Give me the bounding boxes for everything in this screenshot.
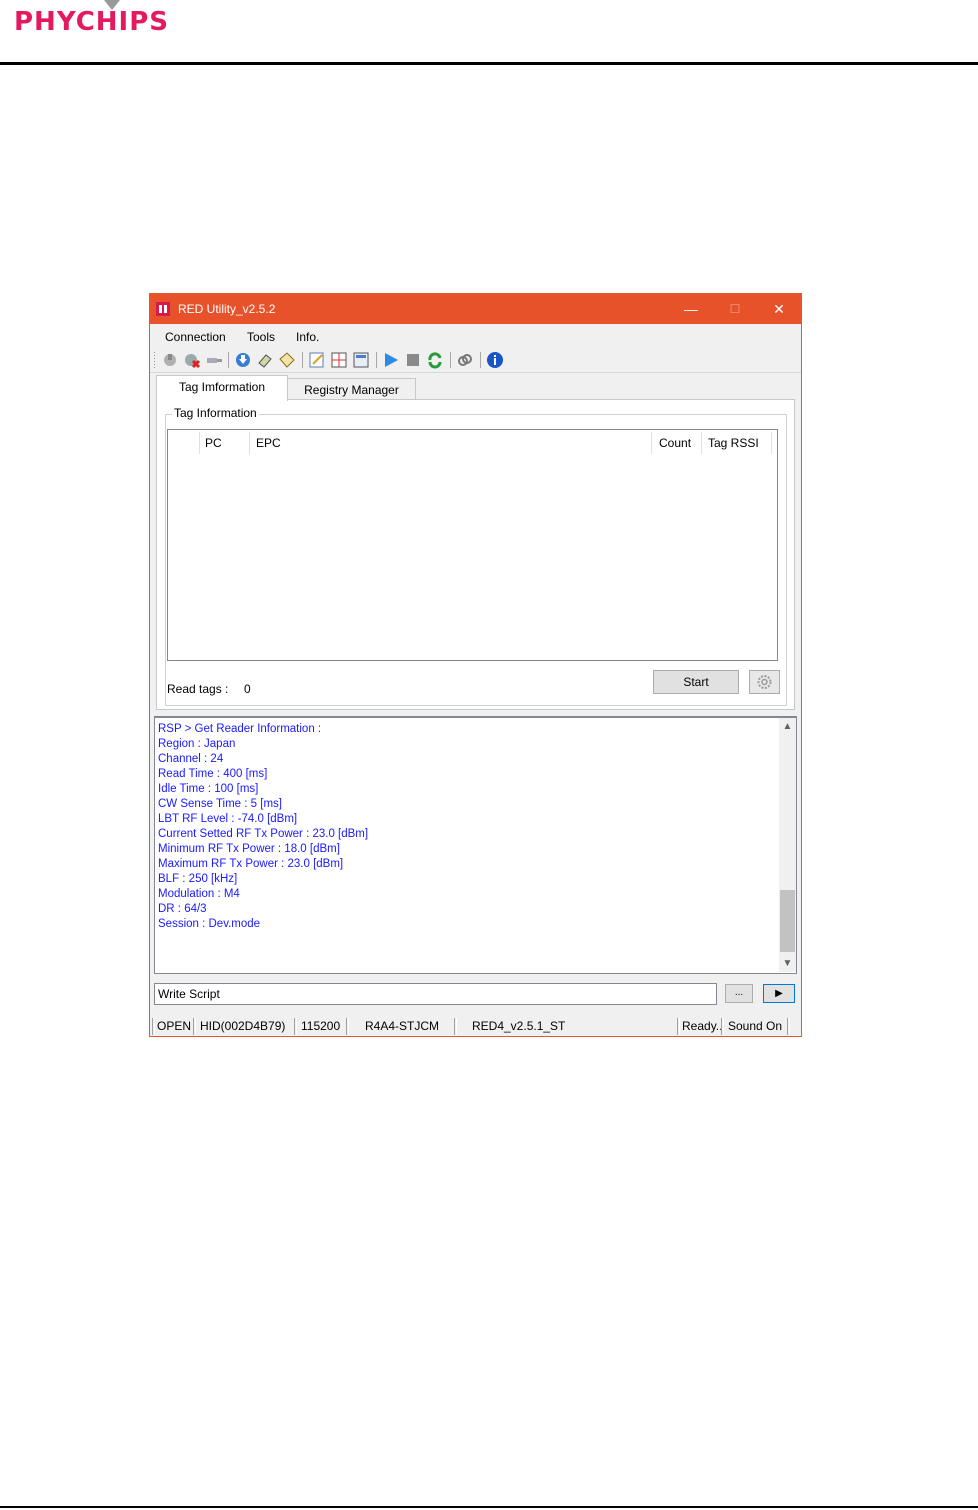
script-input[interactable] xyxy=(154,983,717,1005)
log-line: Modulation : M4 xyxy=(158,888,240,900)
tag-information-group-label: Tag Information xyxy=(172,406,259,420)
scroll-down-icon[interactable]: ▼ xyxy=(779,955,796,972)
log-line: Minimum RF Tx Power : 18.0 [dBm] xyxy=(158,843,340,855)
phychips-logo: PHYCHIPS xyxy=(14,0,254,44)
status-separator xyxy=(454,1018,457,1035)
status-bar: OPEN HID(002D4B79) 115200 R4A4-STJCM RED… xyxy=(150,1016,801,1036)
log-line: RSP > Get Reader Information : xyxy=(158,723,322,735)
log-line: Read Time : 400 [ms] xyxy=(158,768,268,780)
tag-list[interactable]: PC EPC Count Tag RSSI xyxy=(167,429,778,661)
status-baud: 115200 xyxy=(301,1019,341,1033)
column-header-tag-rssi[interactable]: Tag RSSI xyxy=(708,430,759,456)
read-tags-count: 0 xyxy=(244,682,251,696)
read-tags-label: Read tags : xyxy=(167,682,229,696)
log-line: Region : Japan xyxy=(158,738,236,750)
phychips-logo-graphic: PHYCHIPS xyxy=(14,0,169,37)
title-bar[interactable]: RED Utility_v2.5.2 — ☐ ✕ xyxy=(150,294,801,324)
play-icon[interactable] xyxy=(382,351,400,369)
menu-bar: Connection Tools Info. xyxy=(150,325,801,347)
stop-icon[interactable] xyxy=(404,351,422,369)
start-button[interactable]: Start xyxy=(653,670,739,694)
status-separator xyxy=(787,1018,790,1035)
disconnect-icon[interactable] xyxy=(183,351,201,369)
status-ready: Ready.. xyxy=(682,1019,723,1033)
status-model: R4A4-STJCM xyxy=(365,1019,440,1033)
log-scrollbar[interactable]: ▲ ▼ xyxy=(779,718,796,972)
toolbar-grip xyxy=(154,352,155,368)
status-connection-state: OPEN xyxy=(157,1019,192,1033)
status-sound[interactable]: Sound On xyxy=(728,1018,782,1035)
menu-connection[interactable]: Connection xyxy=(165,330,226,344)
grid-icon[interactable] xyxy=(330,351,348,369)
column-separator xyxy=(651,432,652,454)
play-icon: ▶ xyxy=(775,988,783,999)
menu-tools[interactable]: Tools xyxy=(247,330,275,344)
maximize-button[interactable]: ☐ xyxy=(713,294,757,324)
link-icon[interactable] xyxy=(456,351,474,369)
footer-rule xyxy=(0,1506,978,1508)
tab-tag-information[interactable]: Tag Imformation xyxy=(156,375,288,401)
tab-registry-manager[interactable]: Registry Manager xyxy=(287,378,416,401)
run-script-button[interactable]: ▶ xyxy=(763,984,795,1003)
minimize-button[interactable]: — xyxy=(669,294,713,324)
menu-info[interactable]: Info. xyxy=(296,330,319,344)
eraser-icon[interactable] xyxy=(256,351,274,369)
column-separator xyxy=(249,432,250,454)
log-line: BLF : 250 [kHz] xyxy=(158,873,238,885)
log-line: Idle Time : 100 [ms] xyxy=(158,783,259,795)
edit-icon[interactable] xyxy=(308,351,326,369)
log-line: Current Setted RF Tx Power : 23.0 [dBm] xyxy=(158,828,369,840)
status-separator xyxy=(677,1018,680,1035)
status-firmware: RED4_v2.5.1_ST xyxy=(472,1019,566,1033)
column-separator xyxy=(199,432,200,454)
close-button[interactable]: ✕ xyxy=(757,294,801,324)
scroll-up-icon[interactable]: ▲ xyxy=(779,718,796,735)
status-separator xyxy=(193,1018,196,1035)
status-device: HID(002D4B79) xyxy=(200,1019,286,1033)
tab-strip: Tag Imformation Registry Manager xyxy=(150,374,801,401)
toolbar-separator xyxy=(450,352,451,368)
gear-icon xyxy=(757,675,772,689)
log-line: LBT RF Level : -74.0 [dBm] xyxy=(158,813,298,825)
memory-icon[interactable] xyxy=(352,351,370,369)
status-separator xyxy=(346,1018,349,1035)
toolbar xyxy=(150,348,801,373)
response-log[interactable]: RSP > Get Reader Information : Region : J… xyxy=(154,716,797,974)
log-line: Maximum RF Tx Power : 23.0 [dBm] xyxy=(158,858,344,870)
column-header-epc[interactable]: EPC xyxy=(256,430,281,456)
toolbar-separator xyxy=(302,352,303,368)
refresh-icon[interactable] xyxy=(426,351,444,369)
app-icon xyxy=(156,302,170,316)
download-icon[interactable] xyxy=(234,351,252,369)
app-window: RED Utility_v2.5.2 — ☐ ✕ Connection Tool… xyxy=(149,293,802,1037)
svg-text:PHYCHIPS: PHYCHIPS xyxy=(14,7,169,37)
info-icon[interactable] xyxy=(486,351,504,369)
status-separator xyxy=(294,1018,297,1035)
toolbar-separator xyxy=(376,352,377,368)
column-separator xyxy=(771,432,772,454)
plug-icon[interactable] xyxy=(205,351,223,369)
tag-information-panel: Tag Information PC EPC Count Tag RSSI Re… xyxy=(156,399,795,710)
log-line: Session : Dev.mode xyxy=(158,918,261,930)
log-line: Channel : 24 xyxy=(158,753,224,765)
header-rule xyxy=(0,62,978,65)
browse-button[interactable]: ... xyxy=(725,984,753,1003)
toolbar-separator xyxy=(480,352,481,368)
status-separator xyxy=(152,1018,155,1035)
window-title: RED Utility_v2.5.2 xyxy=(178,302,276,316)
connect-icon[interactable] xyxy=(161,351,179,369)
column-header-count[interactable]: Count xyxy=(659,430,691,456)
tag-icon[interactable] xyxy=(278,351,296,369)
log-lines: RSP > Get Reader Information : Region : J… xyxy=(158,722,368,932)
status-separator xyxy=(721,1018,724,1035)
scroll-thumb[interactable] xyxy=(780,890,795,952)
log-line: CW Sense Time : 5 [ms] xyxy=(158,798,282,810)
toolbar-separator xyxy=(228,352,229,368)
column-header-pc[interactable]: PC xyxy=(205,430,222,456)
column-separator xyxy=(701,432,702,454)
log-line: DR : 64/3 xyxy=(158,903,207,915)
settings-button[interactable] xyxy=(749,670,780,694)
